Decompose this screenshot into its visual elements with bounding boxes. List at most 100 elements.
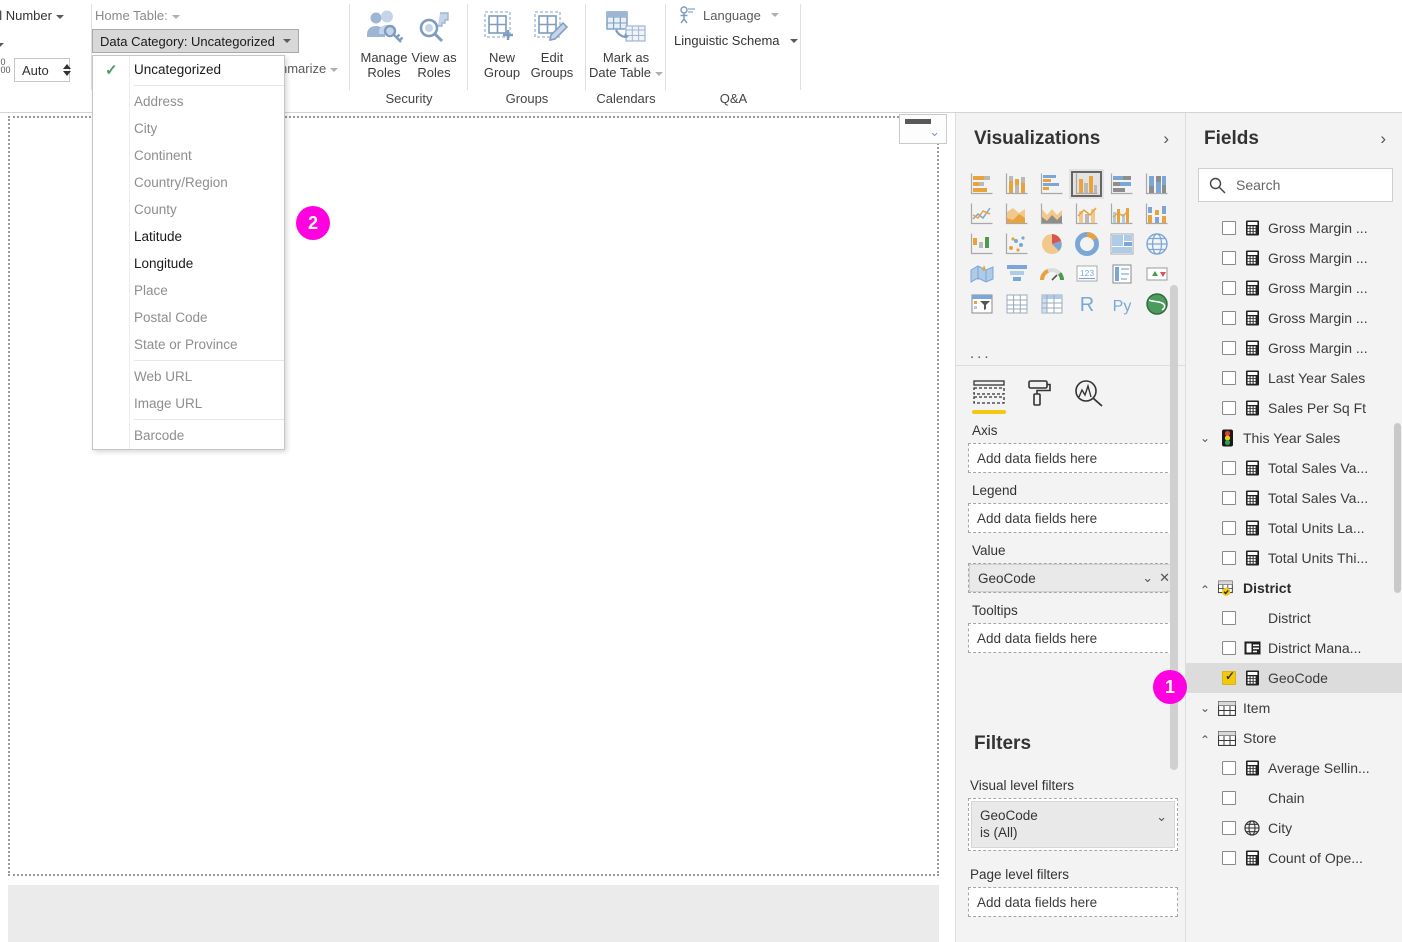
menu-item-continent[interactable]: Continent — [93, 142, 284, 169]
fields-table-row[interactable]: ⌄Item — [1186, 693, 1402, 723]
field-checkbox[interactable] — [1222, 821, 1236, 835]
format-dropdown[interactable] — [0, 36, 4, 51]
chevron-down-icon[interactable]: ⌄ — [1196, 431, 1214, 445]
field-checkbox[interactable] — [1222, 761, 1236, 775]
fields-item-row[interactable]: Gross Margin ... — [1186, 213, 1402, 243]
clustered-column-chart-icon[interactable] — [1069, 169, 1104, 199]
page-level-filters-dropzone[interactable]: Add data fields here — [968, 887, 1178, 917]
menu-item-address[interactable]: Address — [93, 88, 284, 115]
menu-item-web-url[interactable]: Web URL — [93, 363, 284, 390]
chevron-up-icon[interactable]: ⌃ — [1196, 583, 1214, 597]
donut-chart-icon[interactable] — [1069, 229, 1104, 259]
filter-card-geocode[interactable]: GeoCode is (All) ⌄ — [971, 801, 1175, 848]
stacked-area-chart-icon[interactable] — [1034, 199, 1069, 229]
chevron-down-icon[interactable]: ⌄ — [1196, 701, 1214, 715]
field-checkbox[interactable] — [1222, 461, 1236, 475]
fields-item-row[interactable]: Total Units Thi... — [1186, 543, 1402, 573]
python-visual-icon[interactable]: Py — [1104, 289, 1139, 319]
filled-map-icon[interactable] — [964, 259, 999, 289]
field-checkbox[interactable] — [1222, 401, 1236, 415]
decimal-places-stepper[interactable]: Auto — [14, 58, 70, 82]
menu-item-latitude[interactable]: Latitude — [93, 223, 284, 250]
fields-item-row[interactable]: District Mana... — [1186, 633, 1402, 663]
field-checkbox[interactable] — [1222, 221, 1236, 235]
field-checkbox[interactable] — [1222, 611, 1236, 625]
card-icon[interactable]: 123 — [1069, 259, 1104, 289]
fields-item-row[interactable]: Gross Margin ... — [1186, 243, 1402, 273]
multi-row-card-icon[interactable] — [1104, 259, 1139, 289]
analytics-tab[interactable] — [1064, 371, 1114, 415]
treemap-icon[interactable] — [1104, 229, 1139, 259]
field-checkbox[interactable] — [1222, 311, 1236, 325]
fields-item-row[interactable]: Gross Margin ... — [1186, 303, 1402, 333]
fields-list[interactable]: Gross Margin ...Gross Margin ...Gross Ma… — [1186, 213, 1402, 942]
field-checkbox[interactable] — [1222, 371, 1236, 385]
field-wells[interactable]: AxisAdd data fields hereLegendAdd data f… — [968, 413, 1178, 653]
menu-item-city[interactable]: City — [93, 115, 284, 142]
map-icon[interactable] — [1139, 229, 1174, 259]
home-table-label[interactable]: Home Table: — [95, 8, 180, 23]
arcgis-maps-icon[interactable] — [1139, 289, 1174, 319]
pane-tabs[interactable] — [964, 371, 1114, 415]
r-script-visual-icon[interactable]: R — [1069, 289, 1104, 319]
field-checkbox[interactable] — [1222, 671, 1236, 685]
menu-item-country-region[interactable]: Country/Region — [93, 169, 284, 196]
fields-item-row[interactable]: Total Sales Va... — [1186, 483, 1402, 513]
line-chart-icon[interactable] — [964, 199, 999, 229]
kpi-icon[interactable] — [1139, 259, 1174, 289]
menu-item-state-or-province[interactable]: State or Province — [93, 331, 284, 358]
language-button[interactable]: Language — [677, 6, 779, 24]
fields-item-row[interactable]: GeoCode — [1186, 663, 1402, 693]
menu-item-uncategorized[interactable]: ✓Uncategorized — [93, 56, 284, 83]
menu-item-barcode[interactable]: Barcode — [93, 422, 284, 449]
chevron-down-icon[interactable]: ⌄ — [1142, 570, 1153, 586]
mark-as-date-table-button[interactable]: Mark as Date Table — [589, 4, 663, 80]
ribbon-chart-icon[interactable] — [1139, 199, 1174, 229]
table-icon[interactable] — [999, 289, 1034, 319]
fields-item-row[interactable]: Gross Margin ... — [1186, 333, 1402, 363]
data-category-menu[interactable]: ✓Uncategorized AddressCityContinentCountr… — [92, 55, 285, 450]
linguistic-schema-button[interactable]: Linguistic Schema — [674, 33, 798, 48]
fields-table-row[interactable]: ⌄This Year Sales — [1186, 423, 1402, 453]
edit-groups-button[interactable]: Edit Groups — [521, 4, 583, 80]
filters-body[interactable]: Visual level filters GeoCode is (All) ⌄ … — [968, 768, 1178, 917]
waterfall-chart-icon[interactable] — [964, 229, 999, 259]
field-checkbox[interactable] — [1222, 491, 1236, 505]
stepper-arrows[interactable] — [63, 64, 71, 76]
search-input[interactable] — [1234, 176, 1384, 194]
100-stacked-column-chart-icon[interactable] — [1139, 169, 1174, 199]
menu-item-longitude[interactable]: Longitude — [93, 250, 284, 277]
fields-search-box[interactable] — [1198, 168, 1393, 202]
summarize-dropdown[interactable]: nmarize — [280, 61, 338, 76]
matrix-icon[interactable] — [1034, 289, 1069, 319]
chevron-right-icon[interactable]: › — [1380, 129, 1386, 149]
well-dropzone-axis[interactable]: Add data fields here — [968, 443, 1178, 473]
menu-item-postal-code[interactable]: Postal Code — [93, 304, 284, 331]
fields-item-row[interactable]: Total Units La... — [1186, 513, 1402, 543]
field-checkbox[interactable] — [1222, 551, 1236, 565]
well-dropzone-tooltips[interactable]: Add data fields here — [968, 623, 1178, 653]
field-checkbox[interactable] — [1222, 251, 1236, 265]
well-dropzone-legend[interactable]: Add data fields here — [968, 503, 1178, 533]
field-checkbox[interactable] — [1222, 791, 1236, 805]
fields-table-row[interactable]: ⌃Store — [1186, 723, 1402, 753]
format-tab[interactable] — [1014, 371, 1064, 415]
field-checkbox[interactable] — [1222, 341, 1236, 355]
fields-item-row[interactable]: Gross Margin ... — [1186, 273, 1402, 303]
fields-item-row[interactable]: District — [1186, 603, 1402, 633]
pie-chart-icon[interactable] — [1034, 229, 1069, 259]
chevron-down-icon[interactable]: ⌄ — [1156, 809, 1167, 825]
canvas-visual-placeholder[interactable]: ⌄ — [899, 114, 947, 144]
slicer-icon[interactable] — [964, 289, 999, 319]
fields-item-row[interactable]: Sales Per Sq Ft — [1186, 393, 1402, 423]
menu-item-county[interactable]: County — [93, 196, 284, 223]
data-category-button[interactable]: Data Category: Uncategorized — [92, 29, 299, 53]
line-clustered-column-chart-icon[interactable] — [1104, 199, 1139, 229]
area-chart-icon[interactable] — [999, 199, 1034, 229]
stacked-column-chart-icon[interactable] — [999, 169, 1034, 199]
fields-table-row[interactable]: ⌃District — [1186, 573, 1402, 603]
field-checkbox[interactable] — [1222, 851, 1236, 865]
funnel-icon[interactable] — [999, 259, 1034, 289]
view-as-roles-button[interactable]: View as Roles — [403, 4, 465, 80]
clustered-bar-chart-icon[interactable] — [1034, 169, 1069, 199]
